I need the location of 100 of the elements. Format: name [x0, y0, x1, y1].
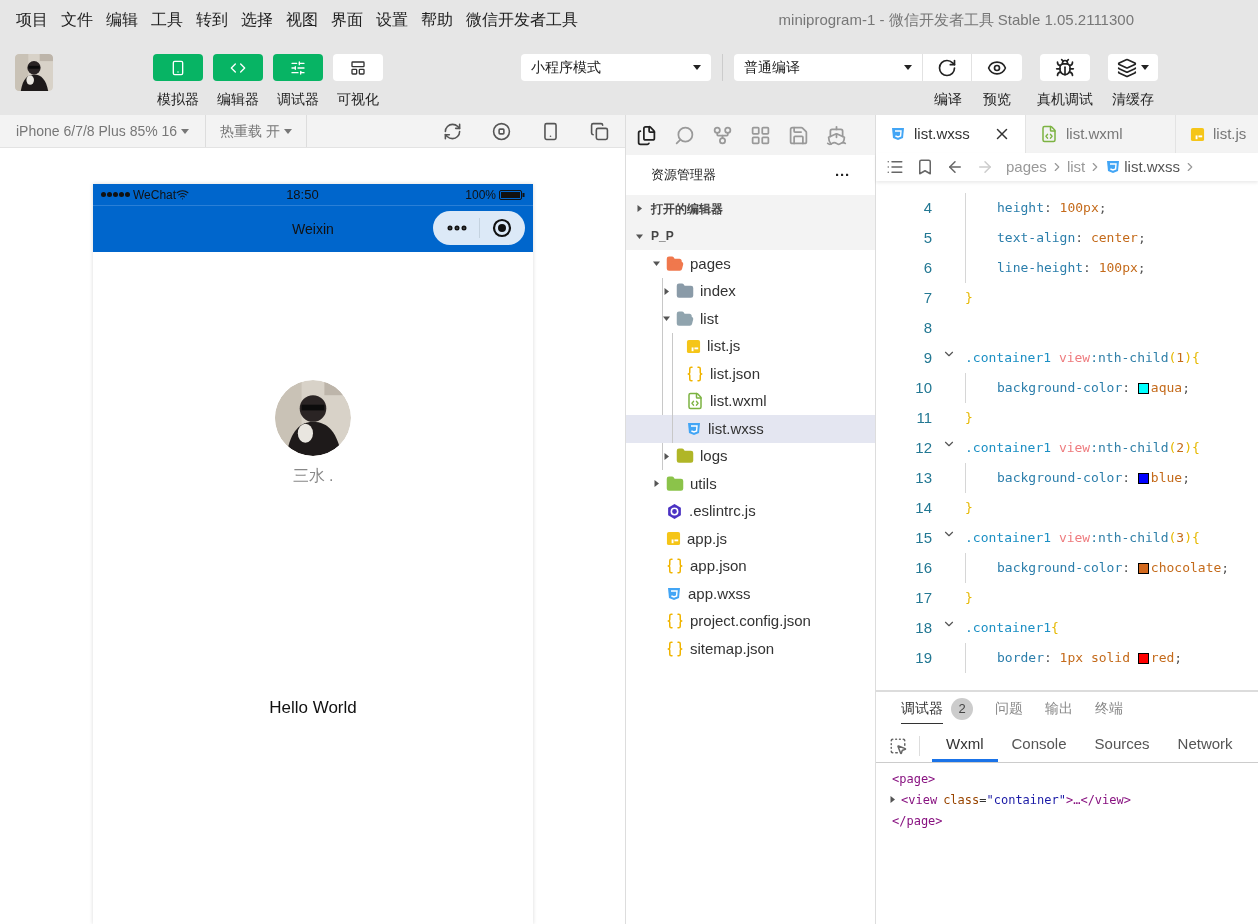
devtools-tab[interactable]: Network [1163, 730, 1247, 762]
toolbar-toggle[interactable] [333, 54, 383, 81]
color-swatch[interactable] [1137, 562, 1149, 574]
search-icon[interactable] [674, 124, 695, 146]
section-header[interactable]: 打开的编辑器 [626, 195, 875, 223]
color-swatch[interactable] [1137, 472, 1149, 484]
count-badge: 2 [951, 698, 973, 720]
layers-icon [1117, 57, 1137, 78]
devtools-tab[interactable]: Wxml [932, 730, 998, 762]
code-line: background-color: chocolate; [997, 559, 1230, 578]
bookmark-icon[interactable] [916, 158, 934, 176]
mode-select[interactable]: 小程序模式 [521, 54, 711, 81]
code-line: background-color: aqua; [997, 379, 1190, 398]
device-select[interactable]: iPhone 6/7/8 Plus 85% 16 [0, 115, 207, 147]
file-tree-item[interactable]: list.json [626, 360, 875, 388]
windows-icon[interactable] [590, 121, 609, 141]
code-line: } [965, 589, 973, 608]
collapsed-arrow-icon [662, 452, 670, 460]
panel-tab[interactable]: 问题 [995, 698, 1023, 730]
file-tree-item[interactable]: list [626, 305, 875, 333]
devtools-tab[interactable]: Sources [1080, 730, 1164, 762]
json-file-icon [666, 612, 684, 631]
css-file-icon [686, 420, 702, 437]
color-swatch[interactable] [1137, 382, 1149, 394]
toolbar-toggle[interactable] [213, 54, 263, 81]
file-tree-item[interactable]: utils [626, 470, 875, 498]
branch-icon[interactable] [712, 124, 733, 146]
line-number: 16 [914, 557, 932, 578]
toolbar-label: 可视化 [337, 90, 379, 109]
dom-node[interactable]: <view class="container">…</view> [901, 790, 1131, 809]
menu-item[interactable]: 项目 [16, 8, 48, 32]
toolbar-label: 真机调试 [1037, 90, 1093, 109]
stop-icon[interactable] [492, 121, 511, 141]
css-file-icon [890, 126, 906, 142]
toolbar-button[interactable] [1108, 54, 1158, 81]
toolbar-toggle[interactable] [153, 54, 203, 81]
menu-item[interactable]: 文件 [61, 8, 93, 32]
inspect-icon[interactable] [889, 737, 907, 755]
toolbar-label: 编译 [933, 90, 962, 109]
js-file-icon [1190, 126, 1205, 142]
file-tree-item[interactable]: app.js [626, 525, 875, 553]
file-tree-item[interactable]: app.json [626, 552, 875, 580]
toolbar-button[interactable] [923, 54, 972, 81]
nickname: 三水 . [292, 466, 334, 486]
compile-select[interactable]: 普通编译 [734, 54, 923, 81]
menu-item[interactable]: 界面 [331, 8, 363, 32]
menu-item[interactable]: 微信开发者工具 [466, 8, 578, 32]
file-tree-item[interactable]: .eslintrc.js [626, 497, 875, 525]
record-icon[interactable] [492, 218, 512, 238]
editor-tab[interactable]: list.wxss [876, 115, 1026, 153]
json-file-icon [666, 557, 684, 576]
panel-tab[interactable]: 输出 [1045, 698, 1073, 730]
menu-item[interactable]: 选择 [241, 8, 273, 32]
outline-icon[interactable] [886, 158, 904, 176]
folder-icon [676, 447, 694, 466]
capsule-button[interactable] [433, 211, 525, 245]
file-tree-item[interactable]: list.wxml [626, 387, 875, 415]
collapsed-arrow-icon [652, 480, 660, 488]
expanded-arrow-icon [636, 232, 643, 240]
toolbar-button[interactable] [1040, 54, 1090, 81]
line-number: 18 [914, 617, 932, 638]
ship-icon[interactable] [826, 124, 847, 146]
panel-tab[interactable]: 终端 [1095, 698, 1123, 730]
menu-item[interactable]: 编辑 [106, 8, 138, 32]
panel-tab[interactable]: 调试器 2 [901, 698, 973, 730]
sliders-icon [290, 59, 306, 76]
section-header[interactable]: P_P [626, 222, 875, 250]
file-tree-item[interactable]: logs [626, 442, 875, 470]
dom-node[interactable]: <page> [892, 769, 936, 788]
hello-text: Hello World [269, 697, 357, 719]
menu-item[interactable]: 视图 [286, 8, 318, 32]
menu-item[interactable]: 帮助 [421, 8, 453, 32]
battery-icon [499, 189, 525, 200]
hot-reload-select[interactable]: 热重载 开 [206, 115, 307, 147]
file-tree-item[interactable]: app.wxss [626, 580, 875, 608]
devtools-tab[interactable]: Console [997, 730, 1081, 762]
file-tree-item[interactable]: pages [626, 250, 875, 278]
css-file-icon [666, 585, 682, 602]
blocks-icon[interactable] [750, 124, 771, 146]
color-swatch[interactable] [1137, 652, 1149, 664]
toolbar-toggle[interactable] [273, 54, 323, 81]
file-tree-item[interactable]: list.wxss [626, 415, 875, 443]
back-icon[interactable] [946, 158, 964, 176]
line-number: 17 [914, 587, 932, 608]
js-file-icon [666, 531, 681, 547]
phone-icon[interactable] [541, 121, 560, 141]
file-tree-item[interactable]: sitemap.json [626, 635, 875, 663]
file-tree-item[interactable]: project.config.json [626, 607, 875, 635]
menu-item[interactable]: 工具 [151, 8, 183, 32]
file-tree-item[interactable]: list.js [626, 332, 875, 360]
menu-item[interactable]: 转到 [196, 8, 228, 32]
breadcrumb-item[interactable]: list.wxss [1124, 155, 1181, 179]
more-button[interactable]: ··· [835, 163, 850, 187]
dom-node[interactable]: </page> [892, 811, 943, 830]
menu-item[interactable]: 设置 [376, 8, 408, 32]
files-icon[interactable] [636, 124, 657, 146]
refresh-icon[interactable] [443, 121, 462, 141]
save-icon[interactable] [788, 124, 809, 146]
file-tree-item[interactable]: index [626, 277, 875, 305]
toolbar-button[interactable] [972, 54, 1022, 81]
